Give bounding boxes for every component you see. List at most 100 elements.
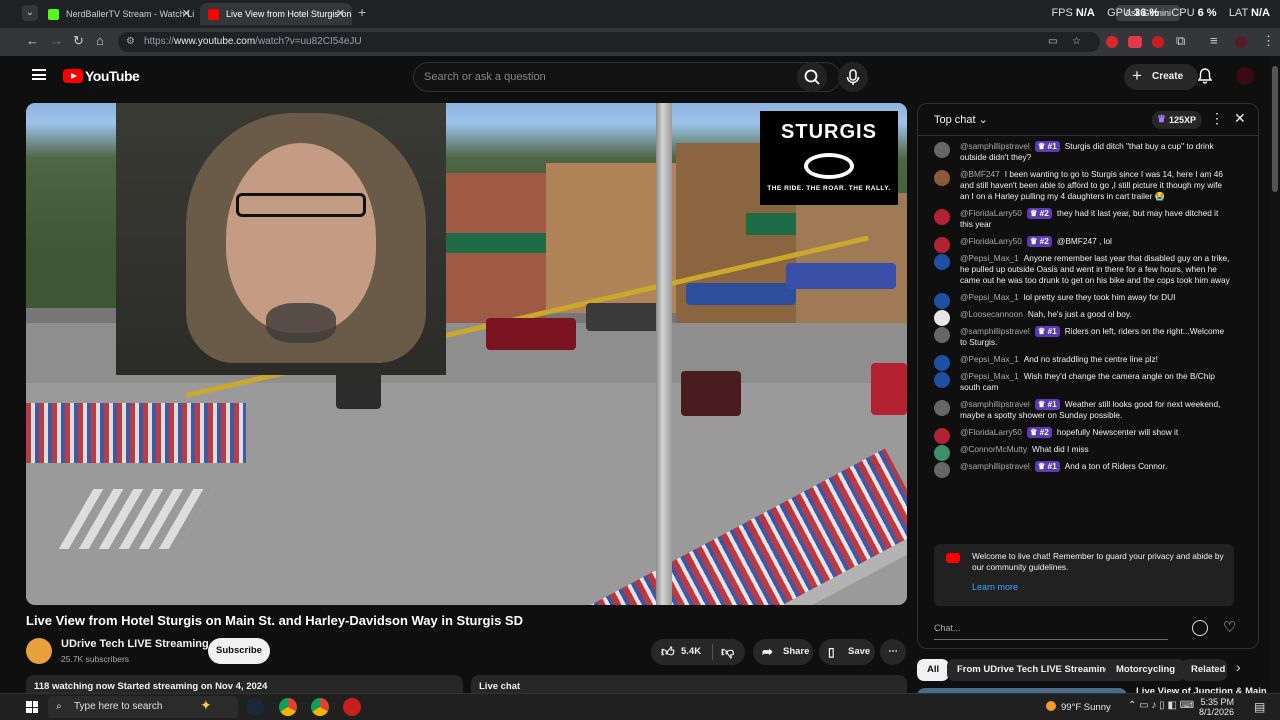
page-scrollbar[interactable] — [1270, 56, 1280, 700]
chat-message[interactable]: @samphillipstravel ♛ #1 Sturgis did ditch … — [918, 138, 1258, 166]
reload-icon[interactable]: ↻ — [73, 33, 84, 49]
extension-icon[interactable] — [1152, 36, 1164, 48]
chat-avatar[interactable] — [934, 327, 950, 343]
chat-author[interactable]: @Loosecannoon — [960, 309, 1023, 319]
browser-menu-icon[interactable]: ⋮ — [1262, 33, 1275, 49]
chat-message[interactable]: @Pepsi_Max_1 Anyone remember last year th… — [918, 250, 1258, 289]
url-bar[interactable]: https://www.youtube.com/watch?v=uu82CI54… — [118, 32, 1100, 52]
close-tab-icon[interactable]: ✕ — [336, 3, 345, 25]
extension-icon[interactable] — [1106, 36, 1118, 48]
chat-mode-dropdown[interactable]: Top chat ⌄ — [934, 113, 988, 126]
chat-message[interactable]: @Pepsi_Max_1 Wish they'd change the camer… — [918, 368, 1258, 396]
thumbs-up-icon[interactable]: 👍︎ — [661, 639, 675, 665]
search-button[interactable] — [797, 62, 827, 92]
weather-widget[interactable]: 99°F Sunny — [1046, 701, 1111, 713]
chat-message[interactable]: @samphillipstravel ♛ #1 Weather still look… — [918, 396, 1258, 424]
taskbar-clock[interactable]: 5:35 PM 8/1/2026 — [1199, 697, 1234, 717]
account-avatar[interactable] — [1236, 67, 1254, 85]
reading-list-icon[interactable]: ≡ — [1210, 33, 1218, 48]
more-actions-button[interactable]: ⋯ — [880, 639, 906, 665]
chat-author[interactable]: @samphillipstravel — [960, 141, 1030, 151]
scrollbar-thumb[interactable] — [1272, 66, 1278, 192]
emoji-picker-icon[interactable] — [1192, 620, 1208, 636]
chat-input[interactable]: Chat... — [934, 618, 1168, 640]
chat-author[interactable]: @Pepsi_Max_1 — [960, 253, 1019, 263]
like-count[interactable]: 5.4K — [681, 639, 701, 665]
create-button[interactable]: Create — [1124, 63, 1198, 90]
video-player[interactable]: STURGIS THE RIDE. THE ROAR. THE RALLY. — [26, 103, 907, 605]
chrome-app-icon[interactable] — [311, 698, 329, 716]
xp-badge[interactable]: 125XP — [1152, 111, 1202, 129]
chat-author[interactable]: @samphillipstravel — [960, 399, 1030, 409]
chat-avatar[interactable] — [934, 254, 950, 270]
chat-avatar[interactable] — [934, 170, 950, 186]
chat-author[interactable]: @samphillipstravel — [960, 461, 1030, 471]
share-button[interactable]: ➦ Share — [753, 639, 813, 665]
learn-more-link[interactable]: Learn more — [972, 582, 1224, 593]
chat-avatar[interactable] — [934, 209, 950, 225]
chat-author[interactable]: @BMF247 — [960, 169, 1000, 179]
chat-author[interactable]: @Pepsi_Max_1 — [960, 371, 1019, 381]
chat-message[interactable]: @FloridaLarry50 ♛ #2 they had it last year… — [918, 205, 1258, 233]
browser-tab-nerdballer[interactable]: NerdBallerTV Stream - Watch Li ✕ — [40, 3, 198, 25]
youtube-logo-text[interactable]: YouTube — [85, 68, 140, 84]
back-arrow-icon[interactable]: ← — [26, 33, 39, 48]
chat-message[interactable]: @samphillipstravel ♛ #1 Riders on left, ri… — [918, 323, 1258, 351]
thumbs-down-icon[interactable]: 👎︎ — [721, 639, 734, 665]
chat-message[interactable]: @samphillipstravel ♛ #1 And a ton of Rider… — [918, 458, 1258, 478]
chip-motorcycling[interactable]: Motorcycling — [1106, 659, 1186, 681]
youtube-logo-icon[interactable] — [63, 69, 83, 83]
chat-author[interactable]: @Pepsi_Max_1 — [960, 292, 1019, 302]
save-button[interactable]: ▯ Save — [819, 639, 875, 665]
heart-reaction-icon[interactable]: ♡ — [1223, 618, 1236, 636]
chat-more-icon[interactable]: ⋮ — [1210, 110, 1224, 127]
voice-search-button[interactable] — [838, 62, 868, 92]
chat-author[interactable]: @FloridaLarry50 — [960, 208, 1022, 218]
site-info-icon[interactable]: ⚙ — [126, 32, 135, 52]
search-input[interactable]: Search or ask a question — [413, 62, 841, 92]
profile-avatar[interactable] — [1235, 36, 1247, 48]
chat-message[interactable]: @Loosecannoon Nah, he's just a good ol bo… — [918, 306, 1258, 326]
windows-start-icon[interactable] — [26, 701, 38, 713]
chat-author[interactable]: @FloridaLarry50 — [960, 236, 1022, 246]
system-tray-icons[interactable]: ⌃ ▭ ♪ ▯ ◧ ⌨ — [1128, 700, 1194, 711]
chat-avatar[interactable] — [934, 372, 950, 388]
notifications-bell-icon[interactable] — [1198, 68, 1212, 84]
extension-icon[interactable] — [1128, 36, 1142, 48]
tab-search-button[interactable]: ⌄ — [22, 5, 38, 21]
home-icon[interactable]: ⌂ — [96, 33, 104, 48]
browser-tab-youtube[interactable]: Live View from Hotel Sturgis on ✕ — [200, 3, 352, 25]
chat-message[interactable]: @BMF247 I been wanting to go to Sturgis s… — [918, 166, 1258, 205]
close-chat-icon[interactable]: ✕ — [1234, 110, 1246, 127]
chat-author[interactable]: @ConnorMcMutty — [960, 444, 1027, 454]
app-icon[interactable] — [343, 698, 361, 716]
chat-avatar[interactable] — [934, 462, 950, 478]
chat-message[interactable]: @Pepsi_Max_1 lol pretty sure they took hi… — [918, 289, 1258, 309]
install-app-icon[interactable]: ▭ — [1048, 32, 1057, 52]
steam-app-icon[interactable] — [246, 698, 264, 716]
chat-message[interactable]: @Pepsi_Max_1 And no straddling the centre… — [918, 351, 1258, 371]
chip-related[interactable]: Related — [1181, 659, 1227, 681]
channel-name[interactable]: UDrive Tech LIVE Streaming — [61, 638, 209, 650]
chrome-app-icon[interactable] — [279, 698, 297, 716]
close-tab-icon[interactable]: ✕ — [182, 3, 191, 25]
chat-message-list[interactable]: @samphillipstravel ♛ #1 Sturgis did ditch … — [918, 138, 1258, 540]
chat-message[interactable]: @FloridaLarry50 ♛ #2 hopefully Newscenter … — [918, 424, 1258, 444]
chat-author[interactable]: @Pepsi_Max_1 — [960, 354, 1019, 364]
bookmark-star-icon[interactable]: ☆ — [1072, 32, 1081, 52]
chip-all[interactable]: All — [917, 659, 950, 681]
extensions-puzzle-icon[interactable]: ⧉ — [1176, 33, 1185, 49]
chevron-right-icon[interactable]: › — [1236, 659, 1241, 675]
new-tab-button[interactable]: + — [358, 4, 366, 20]
chat-message[interactable]: @ConnorMcMutty What did I miss — [918, 441, 1258, 461]
channel-avatar[interactable] — [26, 638, 52, 664]
chat-author[interactable]: @samphillipstravel — [960, 326, 1030, 336]
chat-avatar[interactable] — [934, 400, 950, 416]
chat-author[interactable]: @FloridaLarry50 — [960, 427, 1022, 437]
subscribe-button[interactable]: Subscribe — [208, 638, 270, 664]
chip-from-channel[interactable]: From UDrive Tech LIVE Streaming — [947, 659, 1121, 681]
chat-avatar[interactable] — [934, 142, 950, 158]
hamburger-menu-icon[interactable] — [32, 69, 46, 80]
forward-arrow-icon[interactable]: → — [50, 33, 63, 48]
notifications-icon[interactable]: ▤ — [1254, 700, 1265, 714]
